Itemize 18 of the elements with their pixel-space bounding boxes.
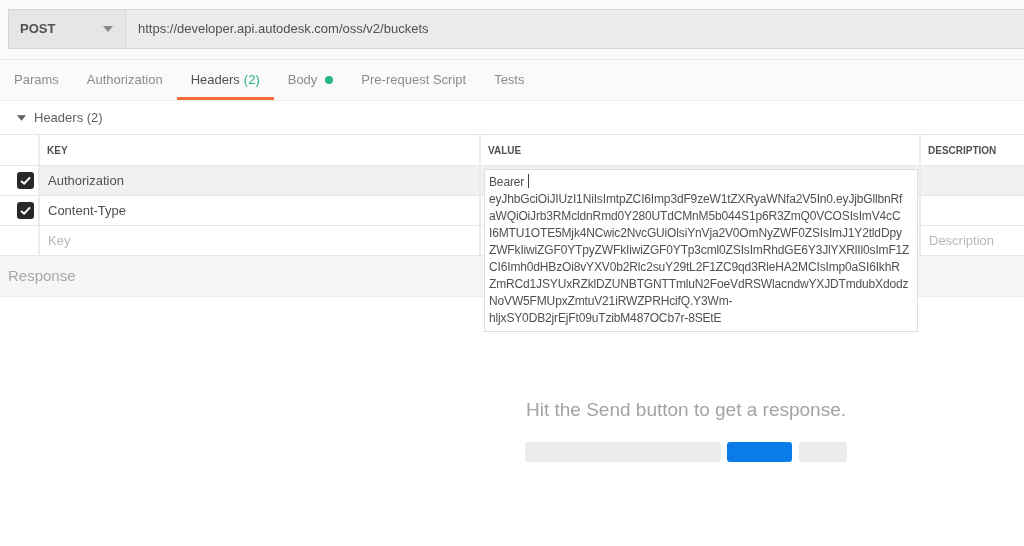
- checkmark-icon: [20, 176, 31, 185]
- value-editor[interactable]: Bearer eyJhbGciOiJIUzI1NiIsImtpZCI6Imp3dF9zeW1tZXRyaWNfa2V5In0.eyJjbGllbnRf aWQiOiJrb3RMcldnRmd0Y280UTdCMnM5b044S1p6R3ZmQ0VCOSIsImV4cC I6MTU1OTE5Mjk4NCwic2NvcGUiOlsiYnVja2V0OmNyZWF0ZSIsImJ1Y2tldDpy ZWFkIiwiZGF0YTpyZWFkIiwiZGF0YTp3cml0ZSIsImRhdGE6Y3JlYXRlIl0sImF1Z CI6Imh0dHBzOi8vYXV0b2Rlc2suY29tL2F1ZC9qd3RleHA2MCIsImp0aSI6IkhR ZmRCd1JSYUxRZklDZUNBTGNTTmluN2FoeVdRSWlacndwYXJDTmdubXdodz NoVW5FMUpxZmtuV21iRWZPRHcifQ.Y3Wm- hljxSY0DB2jrEjFt09uTzibM487OCb7r-8SEtE: [484, 169, 918, 332]
- tab[interactable]: Headers (2): [176, 60, 274, 100]
- tab[interactable]: Tests: [480, 60, 539, 100]
- checkmark-icon: [20, 206, 31, 215]
- tab[interactable]: Body: [273, 60, 348, 100]
- text-cursor-icon: [528, 174, 530, 188]
- empty-response-message: Hit the Send button to get a response.: [525, 399, 847, 421]
- checkbox[interactable]: [17, 172, 34, 189]
- column-header: DESCRIPTION: [927, 143, 998, 158]
- key-input[interactable]: Key: [40, 226, 479, 255]
- checkbox[interactable]: [17, 202, 34, 219]
- tab[interactable]: Pre-request Script: [347, 60, 481, 100]
- description-input[interactable]: Description: [921, 226, 1024, 255]
- tab[interactable]: Authorization: [72, 60, 177, 100]
- skeleton-bar: [727, 442, 792, 462]
- headers-section-toggle[interactable]: Headers (2): [17, 107, 103, 128]
- tab[interactable]: Params: [0, 60, 73, 100]
